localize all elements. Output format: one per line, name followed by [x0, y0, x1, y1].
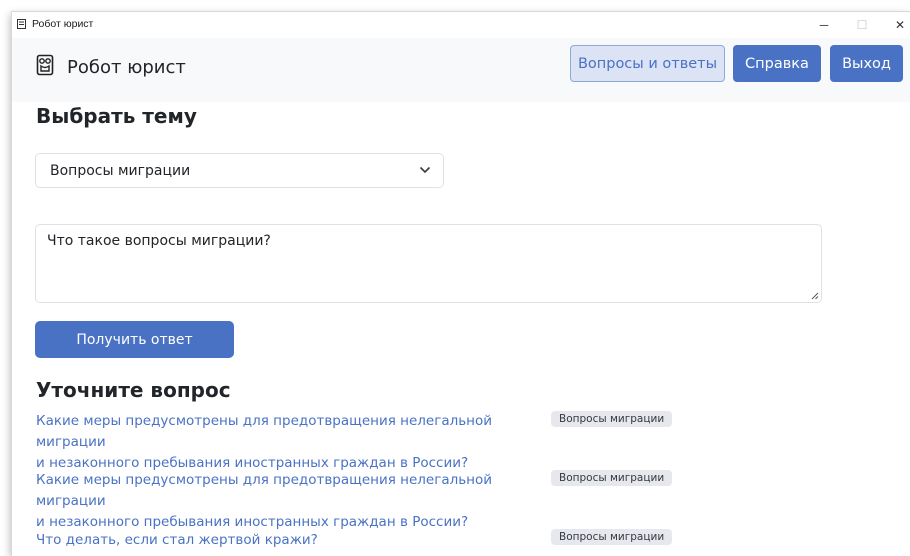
window-title: Робот юрист	[32, 18, 94, 30]
topic-select[interactable]: Вопросы миграции	[35, 153, 444, 188]
topic-badge: Вопросы миграции	[551, 411, 673, 427]
brand-title[interactable]: Робот юрист	[67, 57, 186, 78]
exit-button[interactable]: Выход	[830, 45, 903, 82]
suggested-question-3[interactable]: Что делать, если стал жертвой кражи?	[36, 530, 546, 551]
topic-heading: Выбрать тему	[36, 104, 197, 128]
minimize-button[interactable]: ─	[806, 12, 842, 38]
app-icon	[17, 19, 26, 29]
clarify-heading: Уточните вопрос	[36, 378, 231, 402]
question-line: Какие меры предусмотрены для предотвраще…	[36, 413, 493, 450]
question-text: Что такое вопросы миграции?	[47, 233, 271, 249]
topic-badge: Вопросы миграции	[551, 470, 673, 486]
faq-button[interactable]: Вопросы и ответы	[570, 45, 725, 82]
help-button[interactable]: Справка	[733, 45, 821, 82]
resize-grip-icon[interactable]	[811, 292, 819, 300]
app-window: Робот юрист ─ ☐ ✕ Робот юрист Вопросы и …	[12, 12, 910, 556]
question-line: Какие меры предусмотрены для предотвраще…	[36, 472, 493, 509]
question-line: Что делать, если стал жертвой кражи?	[36, 532, 318, 548]
question-textarea[interactable]: Что такое вопросы миграции?	[35, 224, 822, 303]
maximize-button[interactable]: ☐	[844, 12, 880, 38]
chevron-down-icon	[419, 166, 431, 174]
topic-badge: Вопросы миграции	[551, 529, 673, 545]
window-titlebar[interactable]: Робот юрист ─ ☐ ✕	[12, 12, 910, 38]
close-button[interactable]: ✕	[882, 12, 910, 38]
topic-select-value: Вопросы миграции	[50, 163, 191, 179]
navbar: Робот юрист Вопросы и ответы Справка Вых…	[12, 38, 910, 102]
suggested-question-1[interactable]: Какие меры предусмотрены для предотвраще…	[36, 411, 546, 474]
get-answer-button[interactable]: Получить ответ	[35, 321, 234, 358]
owl-robot-icon	[36, 54, 54, 76]
suggested-question-2[interactable]: Какие меры предусмотрены для предотвраще…	[36, 470, 546, 533]
